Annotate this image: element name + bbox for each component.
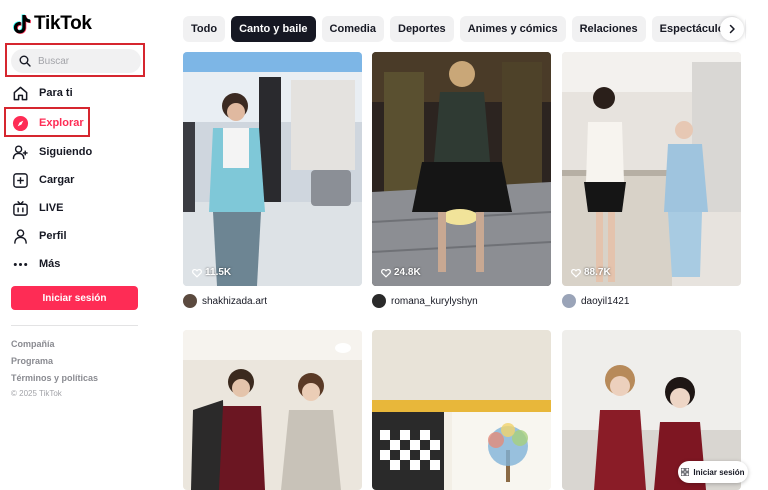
- home-icon: [12, 85, 29, 102]
- tab-canto-y-baile[interactable]: Canto y baile: [231, 16, 316, 42]
- nav-label: Explorar: [39, 117, 84, 129]
- tab-animes-y-comics[interactable]: Animes y cómics: [459, 16, 566, 42]
- video-card[interactable]: 88.7K: [562, 52, 741, 286]
- nav-item-live[interactable]: LIVE: [12, 196, 63, 220]
- nav-item-perfil[interactable]: Perfil: [12, 224, 67, 248]
- nav-label: LIVE: [39, 202, 64, 214]
- like-count: 88.7K: [571, 267, 611, 278]
- tab-relaciones[interactable]: Relaciones: [571, 16, 646, 42]
- nav-item-para-ti[interactable]: Para ti: [12, 81, 73, 105]
- login-button[interactable]: Iniciar sesión: [11, 286, 138, 310]
- nav-label: Para ti: [39, 87, 73, 99]
- like-count-text: 11.5K: [205, 267, 232, 278]
- sidebar-divider: [11, 325, 138, 326]
- more-icon: [12, 256, 29, 273]
- video-thumbnail: [372, 52, 551, 286]
- author-name: daoyil1421: [581, 295, 630, 307]
- sidebar: TikTok Para ti Explorar Siguiendo Cargar: [0, 0, 160, 490]
- video-author[interactable]: romana_kurylyshyn: [372, 293, 478, 309]
- nav-item-cargar[interactable]: Cargar: [12, 168, 74, 192]
- upload-icon: [12, 172, 29, 189]
- footer-link-terminos[interactable]: Términos y políticas: [11, 373, 98, 383]
- profile-icon: [12, 228, 29, 245]
- footer-link-compania[interactable]: Compañía: [11, 339, 55, 349]
- tiktok-logo[interactable]: TikTok: [13, 13, 92, 35]
- nav-label: Siguiendo: [39, 146, 93, 158]
- nav-item-explorar[interactable]: Explorar: [12, 111, 84, 135]
- avatar: [183, 294, 197, 308]
- tab-deportes[interactable]: Deportes: [390, 16, 454, 42]
- following-icon: [12, 144, 29, 161]
- video-card[interactable]: 24.8K: [372, 52, 551, 286]
- categories-next-button[interactable]: [720, 17, 744, 41]
- video-author[interactable]: shakhizada.art: [183, 293, 267, 309]
- video-thumbnail: [183, 52, 362, 286]
- search-bar[interactable]: [11, 49, 141, 73]
- like-count: 11.5K: [192, 267, 231, 278]
- nav-item-siguiendo[interactable]: Siguiendo: [12, 140, 92, 164]
- video-thumbnail: [562, 52, 741, 286]
- brand-name: TikTok: [34, 13, 92, 34]
- video-author[interactable]: daoyil1421: [562, 293, 629, 309]
- footer-link-programa[interactable]: Programa: [11, 356, 53, 366]
- tiktok-logo-icon: [13, 14, 31, 34]
- tab-truncated[interactable]: S: [744, 16, 746, 42]
- floating-login-button[interactable]: Iniciar sesión: [678, 461, 748, 483]
- grid-icon: [681, 468, 690, 476]
- chevron-right-icon: [729, 24, 735, 34]
- floating-login-label: Iniciar sesión: [693, 467, 745, 477]
- nav-label: Cargar: [39, 174, 75, 186]
- like-count: 24.8K: [381, 267, 421, 278]
- author-name: romana_kurylyshyn: [391, 295, 478, 307]
- category-tabs: Todo Canto y baile Comedia Deportes Anim…: [183, 16, 746, 42]
- heart-icon: [571, 268, 581, 278]
- like-count-text: 88.7K: [584, 267, 611, 278]
- video-thumbnail: [183, 330, 362, 490]
- author-name: shakhizada.art: [202, 295, 268, 307]
- video-card[interactable]: [183, 330, 362, 490]
- live-icon: [12, 200, 29, 217]
- video-card[interactable]: 11.5K: [183, 52, 362, 286]
- like-count-text: 24.8K: [394, 267, 421, 278]
- video-card[interactable]: [372, 330, 551, 490]
- heart-icon: [192, 268, 202, 278]
- tab-comedia[interactable]: Comedia: [321, 16, 384, 42]
- search-highlight-box: [5, 43, 145, 77]
- search-icon: [19, 55, 31, 67]
- search-input[interactable]: [38, 55, 128, 67]
- nav-label: Perfil: [39, 230, 67, 242]
- nav-item-mas[interactable]: Más: [12, 252, 60, 276]
- tab-todo[interactable]: Todo: [183, 16, 226, 42]
- avatar: [562, 294, 576, 308]
- video-thumbnail: [372, 330, 551, 490]
- heart-icon: [381, 268, 391, 278]
- avatar: [372, 294, 386, 308]
- compass-icon: [12, 115, 29, 132]
- nav-label: Más: [39, 258, 61, 270]
- copyright-text: © 2025 TikTok: [11, 389, 62, 398]
